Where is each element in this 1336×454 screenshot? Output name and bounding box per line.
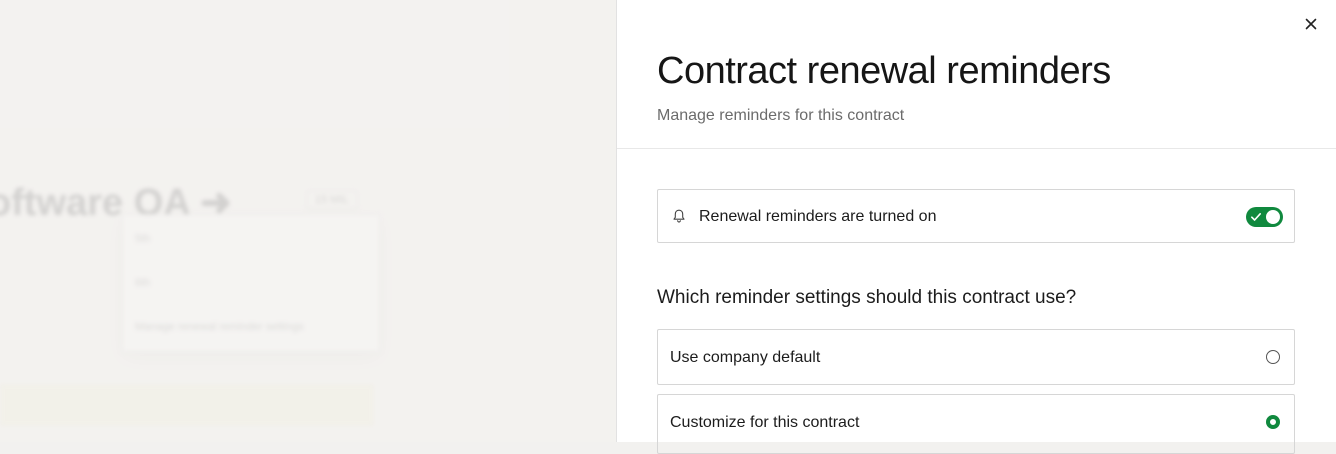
page-subtitle: Manage reminders for this contract (657, 107, 905, 124)
radio-company-default[interactable] (1266, 350, 1280, 364)
drawer-header: Contract renewal reminders Manage remind… (617, 0, 1336, 149)
check-icon (1251, 213, 1261, 221)
bell-icon (673, 209, 685, 223)
reminders-drawer: Contract renewal reminders Manage remind… (616, 0, 1336, 454)
reminder-toggle-card: Renewal reminders are turned on (657, 189, 1295, 243)
modal-overlay[interactable] (0, 0, 616, 442)
toggle-knob (1266, 210, 1280, 224)
option-company-default[interactable]: Use company default (657, 329, 1295, 385)
option-label: Use company default (670, 349, 821, 366)
page-title: Contract renewal reminders (657, 50, 1111, 92)
close-button[interactable] (1301, 14, 1321, 34)
radio-customize[interactable] (1266, 415, 1280, 429)
option-label: Customize for this contract (670, 414, 860, 431)
option-customize[interactable]: Customize for this contract (657, 394, 1295, 454)
reminder-toggle-label: Renewal reminders are turned on (699, 208, 937, 225)
close-icon (1305, 18, 1317, 30)
background-app: oftware QA ➜ 15 MIL 5th 6th Manage renew… (0, 0, 616, 442)
settings-question: Which reminder settings should this cont… (657, 287, 1077, 308)
reminder-toggle-switch[interactable] (1246, 207, 1283, 227)
